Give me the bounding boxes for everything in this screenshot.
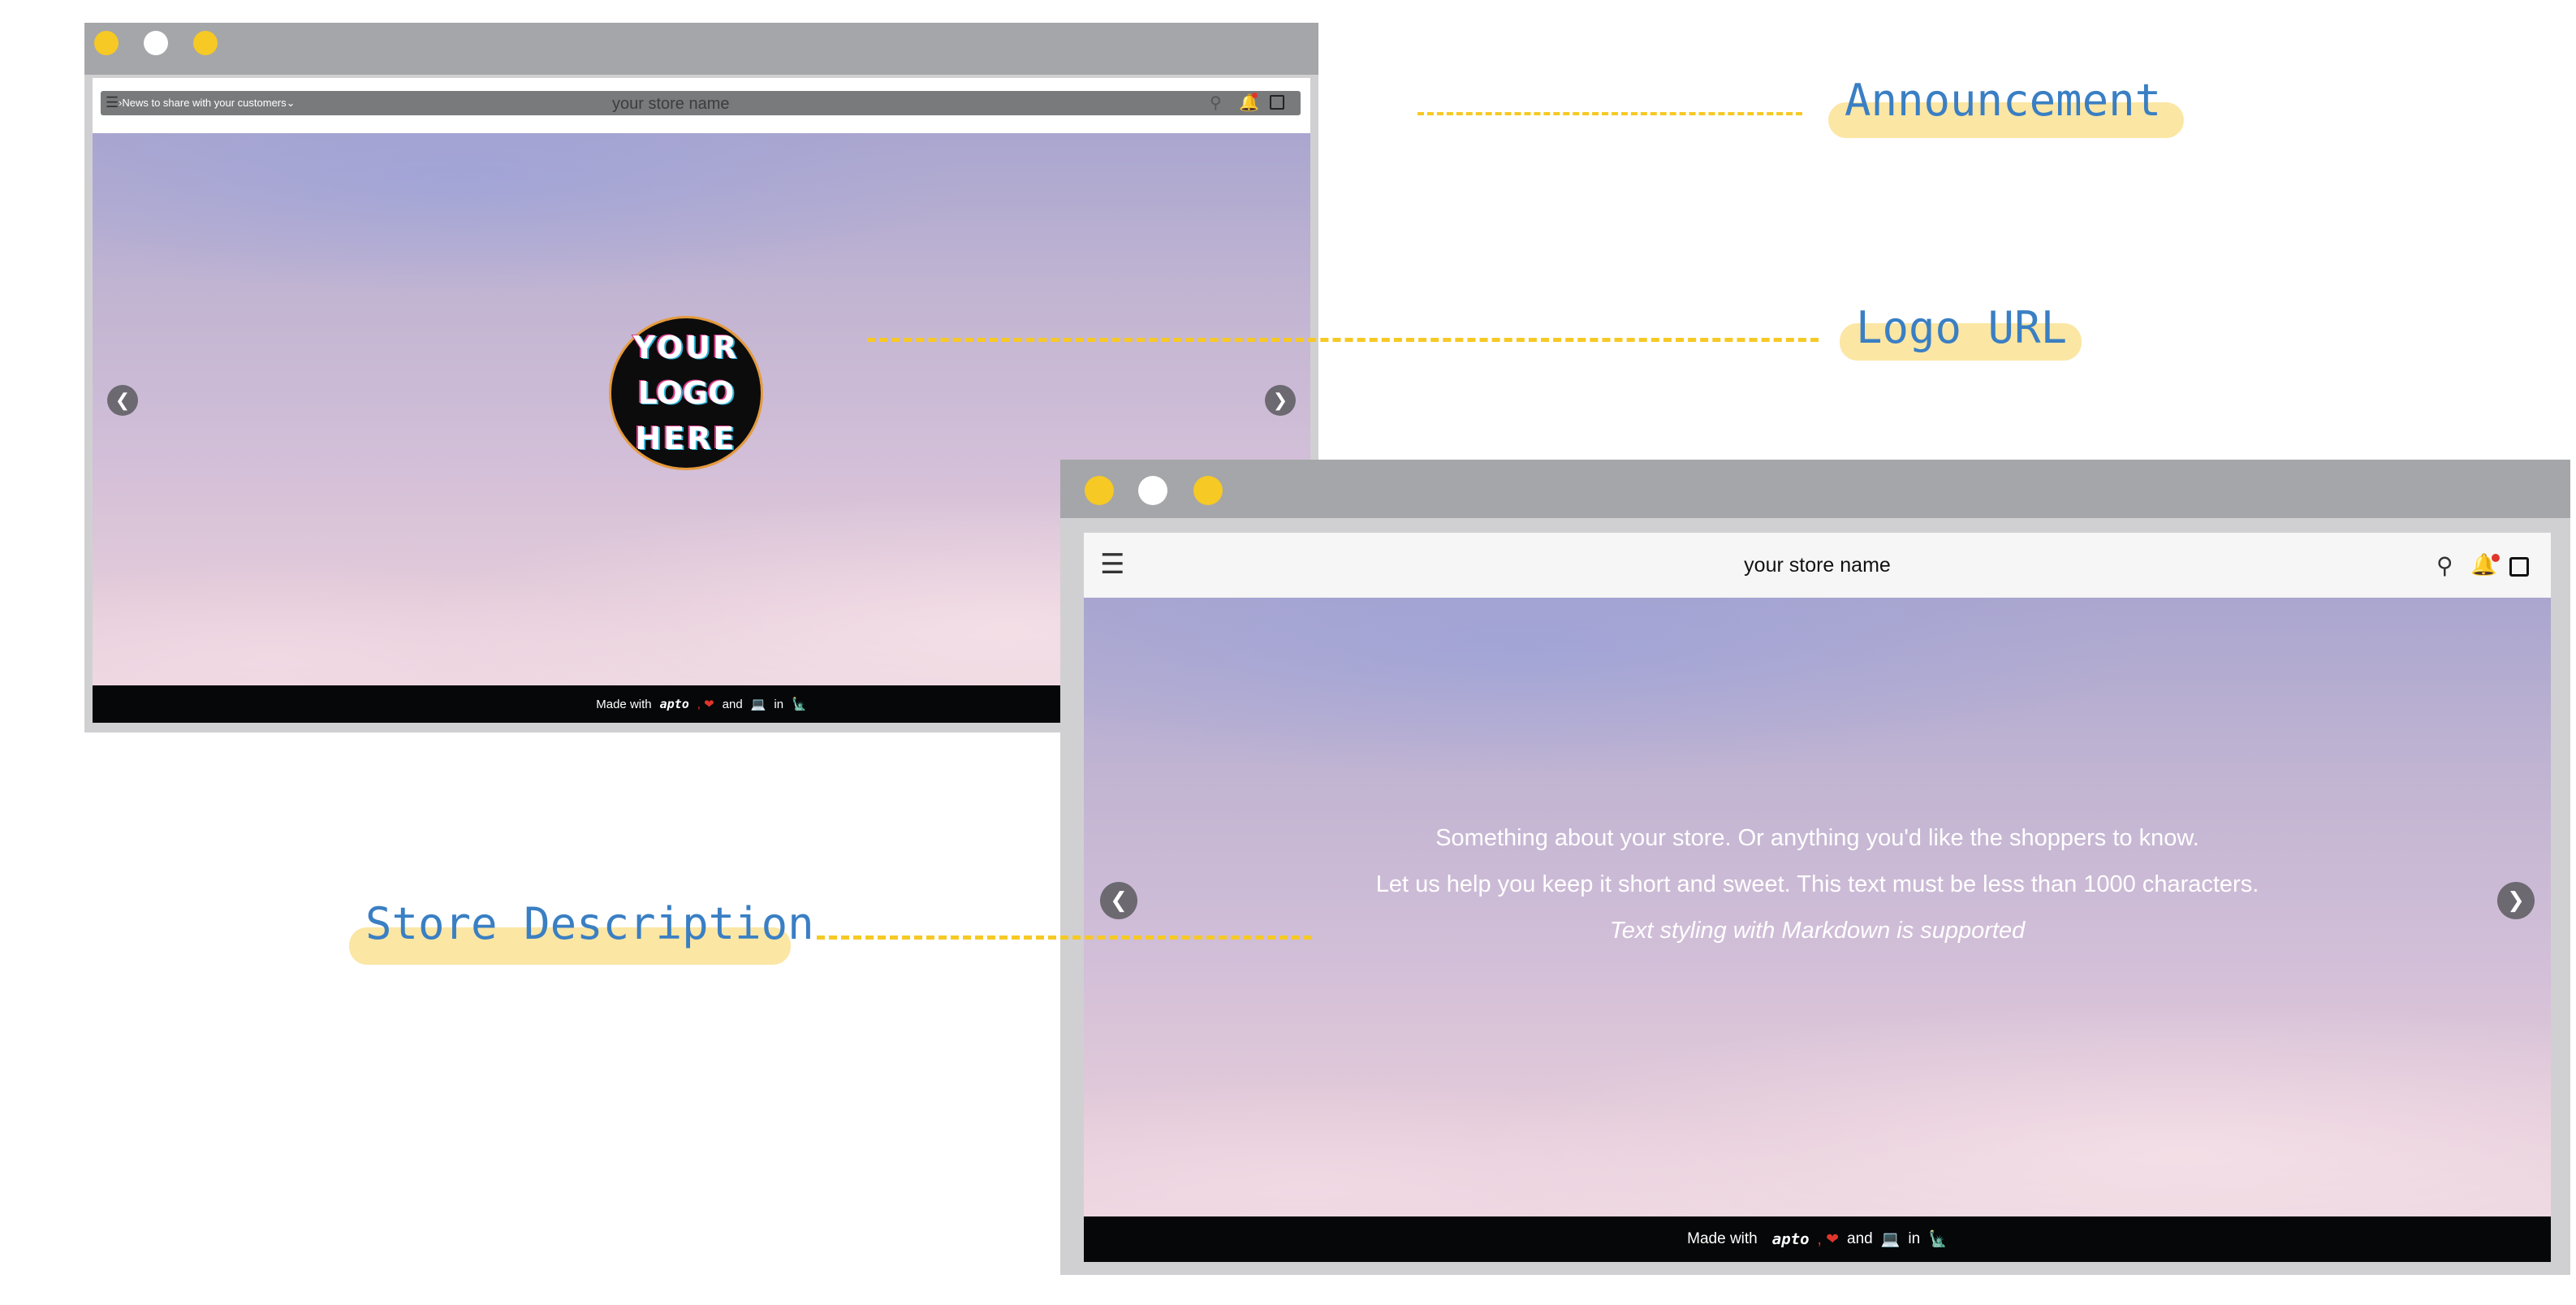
window-dot-close[interactable] (1085, 476, 1114, 505)
menu-icon[interactable]: ☰ (106, 93, 119, 111)
carousel-next-button[interactable]: ❯ (1265, 385, 1296, 416)
footer-in: in (774, 697, 784, 711)
window-dot-close[interactable] (94, 31, 119, 55)
notification-dot (1252, 93, 1258, 98)
footer-made-with: Made with (596, 697, 652, 711)
footer-and: and (722, 697, 743, 711)
store-footer: Made with aptо , ❤ and 💻 in 🗽 (1084, 1216, 2551, 1262)
shopping-bag-icon[interactable] (1270, 95, 1284, 110)
search-icon[interactable]: ⚲ (1210, 93, 1222, 113)
window-dot-maximize[interactable] (1193, 476, 1223, 505)
announcement-annotation: Announcement (1845, 75, 2162, 126)
heart-emoji: , ❤ (697, 698, 714, 711)
notification-dot (2492, 554, 2500, 562)
store-name[interactable]: your store name (612, 95, 730, 114)
heart-emoji: , ❤ (1817, 1230, 1839, 1248)
logo-text-line-3: HERE (635, 421, 737, 456)
footer-made-with: Made with (1687, 1230, 1758, 1247)
carousel-prev-button[interactable]: ❮ (1100, 882, 1137, 919)
announcement-bar: ☰ ›News to share with your customers⌄ yo… (101, 91, 1301, 115)
browser-window-description-preview: ☰ your store name ⚲ 🔔 Something about yo… (1060, 460, 2570, 1275)
footer-brand-logo[interactable]: aptо (660, 697, 689, 711)
store-name[interactable]: your store name (1084, 554, 2551, 577)
store-description: Something about your store. Or anything … (1084, 815, 2551, 954)
store-preview: ☰ your store name ⚲ 🔔 Something about yo… (1084, 533, 2551, 1262)
window-titlebar (84, 23, 1318, 75)
announcement-leader-line (1417, 112, 1802, 115)
description-line-1: Something about your store. Or anything … (1435, 825, 2199, 851)
store-description-leader-line (817, 936, 1312, 940)
computer-emoji: 💻 (1880, 1231, 1901, 1248)
footer-brand-logo[interactable]: aptо (1772, 1230, 1810, 1248)
logo-text-line-2: LOGO (637, 375, 735, 411)
description-line-2: Let us help you keep it short and sweet.… (1375, 871, 2259, 897)
search-icon[interactable]: ⚲ (2436, 552, 2453, 579)
logo-url-annotation: Logo URL (1856, 302, 2068, 353)
carousel-next-button[interactable]: ❯ (2497, 882, 2535, 919)
computer-emoji: 💻 (750, 698, 766, 711)
store-logo: YOUR LOGO HERE (609, 316, 763, 470)
window-dot-maximize[interactable] (193, 31, 218, 55)
shopping-bag-icon[interactable] (2509, 557, 2529, 577)
store-header: ☰ your store name ⚲ 🔔 (1084, 533, 2551, 598)
description-line-3: Text styling with Markdown is supported (1609, 918, 2026, 944)
hero-section: Something about your store. Or anything … (1084, 598, 2551, 1216)
window-dot-minimize[interactable] (1138, 476, 1167, 505)
store-header: ☰ ›News to share with your customers⌄ yo… (93, 78, 1310, 133)
footer-in: in (1908, 1230, 1921, 1247)
window-titlebar (1060, 460, 2570, 518)
footer-and: and (1847, 1230, 1873, 1247)
logo-text-line-1: YOUR (632, 330, 740, 365)
statue-of-liberty-emoji: 🗽 (792, 698, 807, 711)
carousel-prev-button[interactable]: ❮ (107, 385, 138, 416)
statue-of-liberty-emoji: 🗽 (1928, 1231, 1948, 1248)
logo-url-leader-line (867, 338, 1819, 342)
store-description-annotation: Store Description (365, 898, 814, 949)
announcement-text[interactable]: ›News to share with your customers⌄ (119, 97, 296, 110)
announcement-message: News to share with your customers (122, 97, 287, 109)
window-dot-minimize[interactable] (144, 31, 168, 55)
